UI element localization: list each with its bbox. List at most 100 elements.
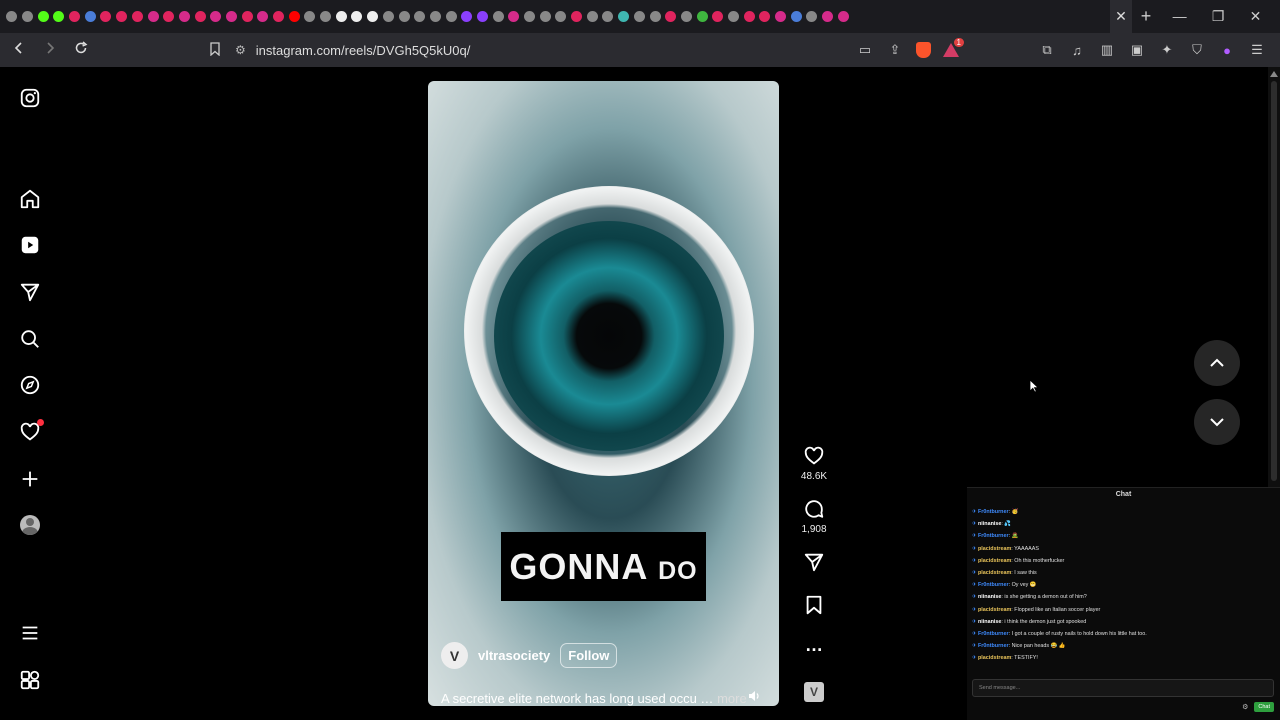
browser-tab[interactable] [177,0,193,33]
leo-ai-icon[interactable]: ✦ [1158,41,1176,59]
also-from-meta-icon[interactable] [19,669,41,691]
browser-tab[interactable] [459,0,475,33]
browser-tab[interactable] [51,0,67,33]
browser-tab[interactable] [632,0,648,33]
chat-send-button[interactable]: Chat [1254,702,1274,712]
chat-settings-icon[interactable]: ⚙ [1242,703,1248,711]
chat-username[interactable]: Fr0ntburner [978,582,1009,588]
browser-tab[interactable] [255,0,271,33]
browser-tab[interactable] [98,0,114,33]
chat-username[interactable]: placidstream [978,570,1011,576]
music-icon[interactable]: ♫ [1068,41,1086,59]
browser-tab[interactable] [569,0,585,33]
chat-username[interactable]: niinanise [978,521,1001,527]
browser-tab[interactable] [490,0,506,33]
author-username[interactable]: vltrasociety [478,648,550,663]
active-tab-close-icon[interactable]: ✕ [1110,0,1132,33]
wallet-icon[interactable]: ▣ [1128,41,1146,59]
browser-tab[interactable] [192,0,208,33]
brave-shields-icon[interactable] [916,42,931,58]
brave-rewards-button[interactable]: 1 [943,38,964,57]
browser-tab[interactable] [694,0,710,33]
chat-username[interactable]: niinanise [978,619,1001,625]
browser-tab[interactable] [239,0,255,33]
menu-icon[interactable]: ☰ [1248,41,1266,59]
reel-video[interactable]: GONNA DO V vltrasociety Follow A secreti… [428,81,779,706]
vpn-icon[interactable]: ⛉ [1188,41,1206,59]
browser-tab[interactable] [302,0,318,33]
create-icon[interactable] [19,468,41,490]
browser-tab[interactable] [788,0,804,33]
browser-tab[interactable] [161,0,177,33]
browser-tab[interactable] [663,0,679,33]
browser-tab[interactable] [318,0,334,33]
browser-tab[interactable] [647,0,663,33]
browser-tab[interactable] [835,0,851,33]
share-icon[interactable]: ⇪ [886,41,904,59]
browser-tab[interactable] [20,0,36,33]
notifications-heart-icon[interactable] [19,419,44,443]
browser-tab[interactable] [679,0,695,33]
home-icon[interactable] [19,188,41,210]
extension-icon[interactable]: ● [1218,41,1236,59]
sidebar-toggle-icon[interactable]: ▥ [1098,41,1116,59]
previous-reel-button[interactable] [1194,340,1240,386]
browser-tab[interactable] [145,0,161,33]
browser-tab[interactable] [224,0,240,33]
browser-tab[interactable] [804,0,820,33]
browser-tab[interactable] [396,0,412,33]
browser-tab[interactable] [600,0,616,33]
search-icon[interactable] [19,328,41,350]
browser-tab[interactable] [443,0,459,33]
new-tab-button[interactable]: + [1132,6,1160,27]
browser-tab[interactable] [130,0,146,33]
chat-username[interactable]: placidstream [978,655,1011,661]
reload-button[interactable] [68,40,93,60]
more-link[interactable]: more [717,691,747,706]
like-heart-icon[interactable] [803,445,825,467]
browser-tab[interactable] [741,0,757,33]
browser-tab[interactable] [757,0,773,33]
explore-icon[interactable] [19,374,41,396]
cast-icon[interactable]: ▭ [856,41,874,59]
instagram-logo-icon[interactable] [19,87,41,109]
screenshot-icon[interactable]: ⧉ [1038,41,1056,59]
more-menu-icon[interactable] [19,622,41,644]
close-window-button[interactable]: ✕ [1250,8,1262,25]
share-paperplane-icon[interactable] [803,551,825,573]
browser-tab[interactable] [726,0,742,33]
chat-username[interactable]: Fr0ntburner [978,533,1009,539]
chat-message-input[interactable]: Send message... [972,679,1274,697]
browser-tab[interactable] [35,0,51,33]
audio-thumbnail[interactable]: V [804,682,824,702]
browser-tab[interactable] [412,0,428,33]
site-settings-icon[interactable]: ⚙ [235,43,246,57]
browser-tab[interactable] [333,0,349,33]
mute-toggle[interactable] [745,687,763,705]
minimize-button[interactable]: — [1173,8,1187,25]
next-reel-button[interactable] [1194,399,1240,445]
bookmark-icon[interactable] [205,41,225,59]
messages-icon[interactable] [19,281,41,303]
chat-username[interactable]: Fr0ntburner [978,631,1009,637]
comment-icon[interactable] [803,498,825,520]
chat-username[interactable]: Fr0ntburner [978,643,1009,649]
browser-tab[interactable] [506,0,522,33]
reels-icon[interactable] [19,234,41,256]
browser-tab[interactable] [553,0,569,33]
browser-tab[interactable] [820,0,836,33]
browser-tab[interactable] [616,0,632,33]
browser-tab[interactable] [82,0,98,33]
chat-username[interactable]: placidstream [978,558,1011,564]
chat-username[interactable]: placidstream [978,546,1011,552]
more-options-icon[interactable]: … [796,635,832,656]
author-avatar[interactable]: V [441,642,468,669]
browser-tab[interactable] [365,0,381,33]
browser-tab[interactable] [522,0,538,33]
browser-tab[interactable] [584,0,600,33]
address-bar[interactable]: ⚙ instagram.com/reels/DVGh5Q5kU0q/ ▭ ⇪ 1 [235,37,965,63]
browser-tab[interactable] [67,0,83,33]
scroll-up-icon[interactable] [1270,71,1278,77]
browser-tab[interactable] [271,0,287,33]
chat-username[interactable]: Fr0ntburner [978,509,1009,515]
